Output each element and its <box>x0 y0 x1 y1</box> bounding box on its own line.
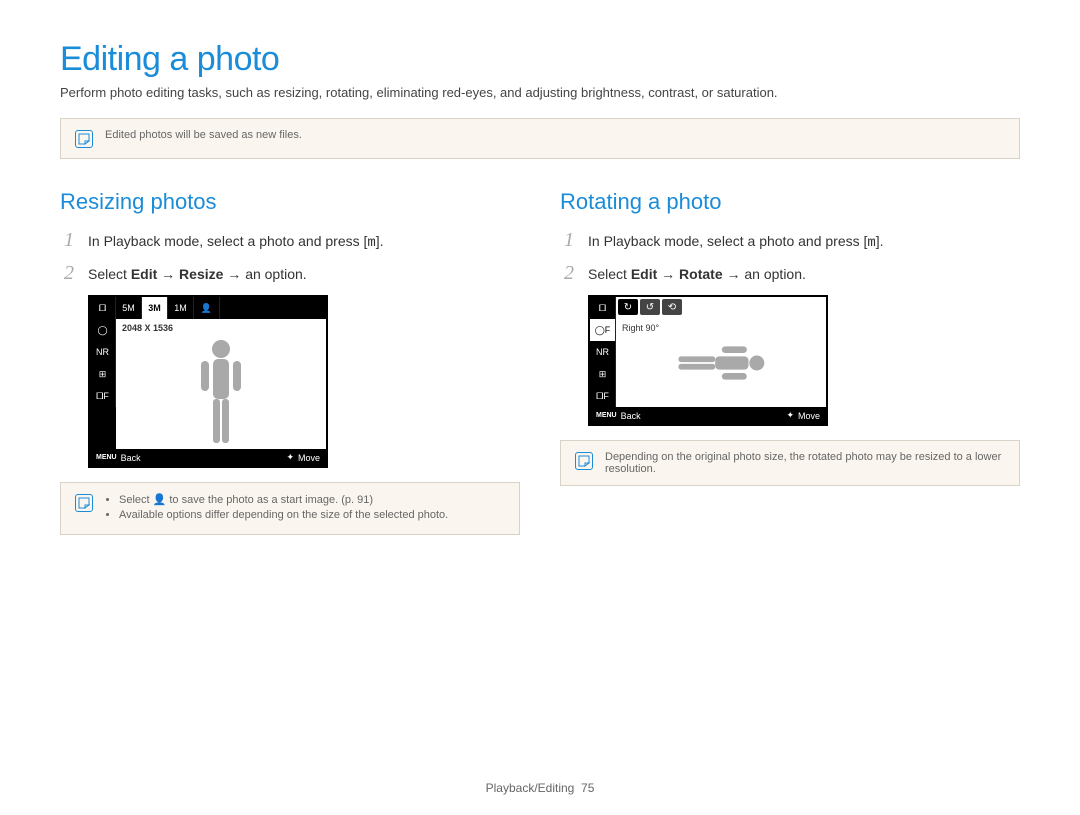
lcd-bottom-bar: MENU Back ✦ Move <box>590 407 826 424</box>
lcd-move: ✦ Move <box>786 410 820 421</box>
rotate-step-2: 2 Select Edit → Rotate → an option. <box>560 262 1020 285</box>
intro-text: Perform photo editing tasks, such as res… <box>60 85 1020 100</box>
lcd-side-icon: 🞑F <box>90 385 116 407</box>
lcd-sidebar: 🞑 ◯F NR ⊞ 🞑F <box>590 297 616 407</box>
arrow-icon: → <box>657 266 679 282</box>
edit-label: Edit <box>131 266 157 282</box>
rotate-right-icon: ↻ <box>618 299 638 315</box>
lcd-body: Right 90° <box>616 319 826 407</box>
menu-key: m <box>367 235 375 251</box>
resize-lcd: 🞑 5M 3M 1M 👤 ◯ NR ⊞ 🞑F 2048 X 1536 <box>88 295 328 468</box>
lcd-body: 2048 X 1536 <box>116 319 326 449</box>
rotating-column: Rotating a photo 1 In Playback mode, sel… <box>560 189 1020 535</box>
lcd-side-icon: NR <box>590 341 616 363</box>
menu-key: m <box>867 235 875 251</box>
lcd-bottom-bar: MENU Back ✦ Move <box>90 449 326 466</box>
step-text: In Playback mode, select a photo and pre… <box>88 233 520 251</box>
footer-section: Playback/Editing <box>486 781 575 795</box>
lcd-back: MENU Back <box>96 452 141 463</box>
lcd-icon-active: 3M <box>142 297 168 319</box>
page-footer: Playback/Editing 75 <box>0 781 1080 795</box>
lcd-side-icon: ⊞ <box>590 363 616 385</box>
lcd-side-icon: 🞑 <box>590 297 616 319</box>
arrow-icon: → <box>223 266 245 282</box>
rotate-180-icon: ⟲ <box>662 299 682 315</box>
step-text-part: ]. <box>876 233 884 249</box>
step-text-part: an option. <box>744 266 806 282</box>
rotate-label: Rotate <box>679 266 723 282</box>
resize-note-box: Select 👤 to save the photo as a start im… <box>60 482 520 535</box>
resize-step-1: 1 In Playback mode, select a photo and p… <box>60 229 520 252</box>
lcd-side-icon: 🞑F <box>590 385 616 407</box>
note-icon <box>575 452 593 470</box>
step-text-part: ]. <box>376 233 384 249</box>
arrow-icon: → <box>723 266 745 282</box>
lcd-side-icon: ⊞ <box>90 363 116 385</box>
lcd-move: ✦ Move <box>286 452 320 463</box>
step-number: 1 <box>60 229 78 252</box>
lcd-sidebar: ◯ NR ⊞ 🞑F <box>90 319 116 449</box>
lcd-icon: 5M <box>116 297 142 319</box>
rotate-step-1: 1 In Playback mode, select a photo and p… <box>560 229 1020 252</box>
resolution-label: 2048 X 1536 <box>122 323 173 333</box>
person-silhouette-rotated-icon <box>675 338 767 388</box>
top-note-text: Edited photos will be saved as new files… <box>105 129 302 141</box>
lcd-side-icon: NR <box>90 341 116 363</box>
lcd-top-bar: 🞑 5M 3M 1M 👤 <box>90 297 326 319</box>
rotate-degree-label: Right 90° <box>622 323 659 333</box>
rotate-icon-bar: ↻ ↺ ⟲ <box>616 297 826 319</box>
rotate-lcd: 🞑 ◯F NR ⊞ 🞑F ↻ ↺ ⟲ Right 90° <box>588 295 828 426</box>
arrow-icon: → <box>157 266 179 282</box>
rotate-left-icon: ↺ <box>640 299 660 315</box>
rotate-note-box: Depending on the original photo size, th… <box>560 440 1020 486</box>
resizing-heading: Resizing photos <box>60 189 520 215</box>
person-silhouette-icon <box>191 337 251 447</box>
step-number: 2 <box>60 262 78 285</box>
lcd-back: MENU Back <box>596 410 641 421</box>
edit-label: Edit <box>631 266 657 282</box>
note-icon <box>75 494 93 512</box>
resize-step-2: 2 Select Edit → Resize → an option. <box>60 262 520 285</box>
step-text-part: In Playback mode, select a photo and pre… <box>588 233 867 249</box>
resize-note-list: Select 👤 to save the photo as a start im… <box>105 493 448 524</box>
note-bullet: Select 👤 to save the photo as a start im… <box>119 493 448 506</box>
rotate-note-text: Depending on the original photo size, th… <box>605 451 1005 475</box>
step-text: Select Edit → Rotate → an option. <box>588 266 1020 282</box>
step-text-part: In Playback mode, select a photo and pre… <box>88 233 367 249</box>
step-text-part: an option. <box>245 266 307 282</box>
lcd-icon: 1M <box>168 297 194 319</box>
footer-page-number: 75 <box>581 781 594 795</box>
top-note-box: Edited photos will be saved as new files… <box>60 118 1020 159</box>
lcd-icon: 🞑 <box>90 297 116 319</box>
rotating-heading: Rotating a photo <box>560 189 1020 215</box>
step-text-part: Select <box>588 266 631 282</box>
note-icon <box>75 130 93 148</box>
step-number: 2 <box>560 262 578 285</box>
lcd-side-icon-active: ◯F <box>590 319 616 341</box>
lcd-icon: 👤 <box>194 297 220 319</box>
page-title: Editing a photo <box>60 40 1020 79</box>
resizing-column: Resizing photos 1 In Playback mode, sele… <box>60 189 520 535</box>
resize-label: Resize <box>179 266 223 282</box>
step-text: In Playback mode, select a photo and pre… <box>588 233 1020 251</box>
lcd-side-icon: ◯ <box>90 319 116 341</box>
step-number: 1 <box>560 229 578 252</box>
note-bullet: Available options differ depending on th… <box>119 509 448 521</box>
step-text-part: Select <box>88 266 131 282</box>
step-text: Select Edit → Resize → an option. <box>88 266 520 282</box>
